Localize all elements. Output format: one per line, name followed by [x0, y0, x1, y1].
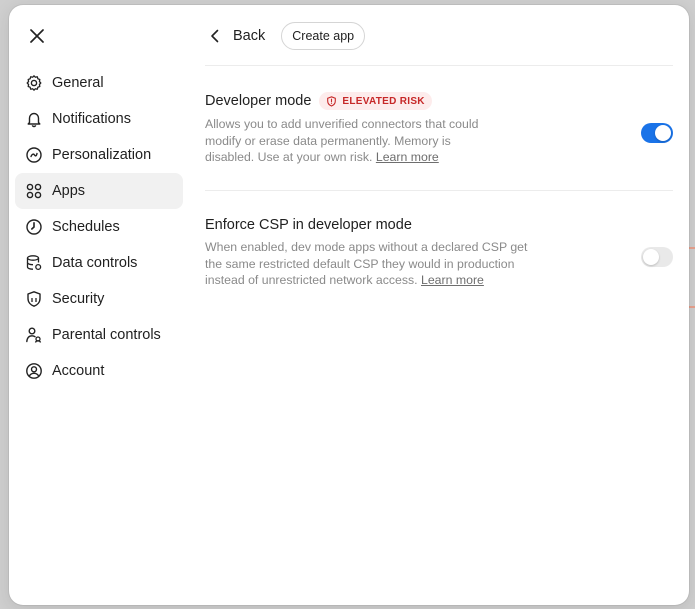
setting-description: When enabled, dev mode apps without a de… [205, 239, 545, 289]
gear-icon [25, 74, 43, 92]
shield-icon [25, 290, 43, 308]
badge-label: ELEVATED RISK [342, 95, 425, 107]
sidebar-item-account[interactable]: Account [15, 353, 183, 389]
sidebar-item-label: Account [52, 363, 105, 379]
enforce-csp-setting: Enforce CSP in developer mode When enabl… [205, 217, 673, 289]
toggle-knob [643, 249, 659, 265]
setting-title: Enforce CSP in developer mode [205, 217, 412, 233]
sidebar: General Notifications Personalization Ap… [15, 65, 183, 389]
sidebar-item-notifications[interactable]: Notifications [15, 101, 183, 137]
learn-more-link[interactable]: Learn more [376, 150, 439, 164]
back-label: Back [233, 28, 266, 44]
sidebar-item-label: Schedules [52, 219, 120, 235]
sidebar-item-label: Personalization [52, 147, 152, 163]
sidebar-item-parental-controls[interactable]: Parental controls [15, 317, 183, 353]
sidebar-item-label: Data controls [52, 255, 138, 271]
sidebar-item-general[interactable]: General [15, 65, 183, 101]
settings-modal: General Notifications Personalization Ap… [9, 5, 689, 605]
main-panel: Back Create app Developer mode ELEVATED … [205, 5, 673, 605]
elevated-risk-badge: ELEVATED RISK [319, 92, 432, 110]
close-icon [30, 29, 44, 43]
create-app-button[interactable]: Create app [281, 22, 366, 50]
sidebar-item-security[interactable]: Security [15, 281, 183, 317]
divider [205, 65, 673, 66]
sidebar-item-data-controls[interactable]: Data controls [15, 245, 183, 281]
sidebar-item-label: General [52, 75, 104, 91]
sidebar-item-personalization[interactable]: Personalization [15, 137, 183, 173]
setting-title: Developer mode [205, 93, 312, 109]
sidebar-item-schedules[interactable]: Schedules [15, 209, 183, 245]
clock-icon [25, 218, 43, 236]
sidebar-item-apps[interactable]: Apps [15, 173, 183, 209]
database-icon [25, 254, 43, 272]
bell-icon [25, 110, 43, 128]
personalization-icon [25, 146, 43, 164]
topbar: Back Create app [205, 21, 366, 51]
apps-grid-icon [25, 182, 43, 200]
parental-icon [25, 326, 43, 344]
chevron-left-icon [207, 28, 223, 44]
sidebar-item-label: Notifications [52, 111, 131, 127]
developer-mode-toggle[interactable] [641, 123, 673, 143]
developer-mode-setting: Developer mode ELEVATED RISK Allows you … [205, 92, 673, 166]
shield-alert-icon [326, 95, 337, 107]
back-button[interactable]: Back [205, 24, 271, 48]
close-button[interactable] [25, 24, 49, 48]
toggle-knob [655, 125, 671, 141]
sidebar-item-label: Security [52, 291, 105, 307]
account-icon [25, 362, 43, 380]
learn-more-link[interactable]: Learn more [421, 273, 484, 287]
setting-description: Allows you to add unverified connectors … [205, 116, 490, 166]
enforce-csp-toggle[interactable] [641, 247, 673, 267]
sidebar-item-label: Parental controls [52, 327, 161, 343]
sidebar-item-label: Apps [52, 183, 86, 199]
divider [205, 190, 673, 191]
